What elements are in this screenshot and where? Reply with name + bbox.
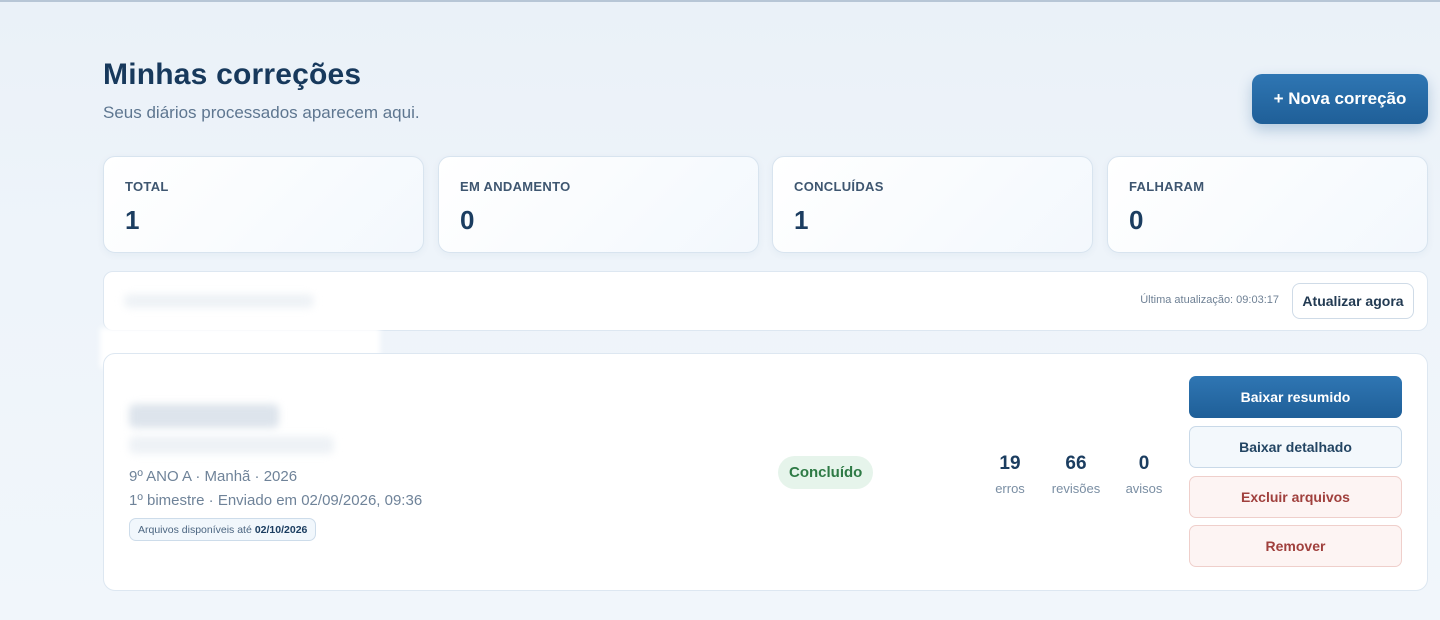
availability-date: 02/10/2026 <box>254 523 308 536</box>
metric-label: revisões <box>1051 481 1101 496</box>
page-title: Minhas correções <box>103 58 362 91</box>
redacted-job-subtitle <box>129 436 334 454</box>
metric-revisions: 66 revisões <box>1046 453 1106 496</box>
stat-value: 1 <box>125 205 140 235</box>
metric-warnings: 0 avisos <box>1114 453 1174 496</box>
class-info: 9º ANO A · Manhã · 2026 <box>129 468 298 485</box>
metric-errors: 19 erros <box>980 453 1040 496</box>
delete-files-button[interactable]: Excluir arquivos <box>1189 476 1402 518</box>
new-correction-button[interactable]: + Nova correção <box>1252 74 1428 124</box>
availability-badge: Arquivos disponíveis até 02/10/2026 <box>129 518 317 541</box>
stat-card-in-progress: EM ANDAMENTO 0 <box>438 156 759 253</box>
download-detailed-button[interactable]: Baixar detalhado <box>1189 426 1402 468</box>
last-update-label: Última atualização: 09:03:17 <box>1140 294 1279 306</box>
metric-value: 66 <box>1065 453 1087 474</box>
remove-button[interactable]: Remover <box>1189 525 1402 567</box>
download-summary-button[interactable]: Baixar resumido <box>1189 376 1402 418</box>
metric-label: avisos <box>1125 481 1163 496</box>
status-badge: Concluído <box>778 456 874 489</box>
stat-label: FALHARAM <box>1129 179 1205 194</box>
stat-card-completed: CONCLUÍDAS 1 <box>772 156 1093 253</box>
stat-value: 1 <box>794 205 809 235</box>
redacted-job-title <box>129 404 279 428</box>
stat-label: EM ANDAMENTO <box>460 179 571 194</box>
stat-value: 0 <box>460 205 475 235</box>
stat-value: 0 <box>1129 205 1144 235</box>
stat-card-total: TOTAL 1 <box>103 156 424 253</box>
job-card: 9º ANO A · Manhã · 2026 1º bimestre · En… <box>103 353 1428 591</box>
metric-value: 0 <box>1138 453 1150 474</box>
metric-value: 19 <box>999 453 1021 474</box>
stat-label: TOTAL <box>125 179 169 194</box>
stat-label: CONCLUÍDAS <box>794 179 884 194</box>
page-subtitle: Seus diários processados aparecem aqui. <box>103 103 420 122</box>
stat-card-failed: FALHARAM 0 <box>1107 156 1428 253</box>
period-info: 1º bimestre · Enviado em 02/09/2026, 09:… <box>129 492 423 509</box>
availability-prefix: Arquivos disponíveis até <box>138 523 252 536</box>
list-toolbar: Última atualização: 09:03:17 Atualizar a… <box>103 271 1428 331</box>
redacted-toolbar-text <box>124 294 314 308</box>
metric-label: erros <box>995 481 1025 496</box>
refresh-button[interactable]: Atualizar agora <box>1292 283 1414 319</box>
